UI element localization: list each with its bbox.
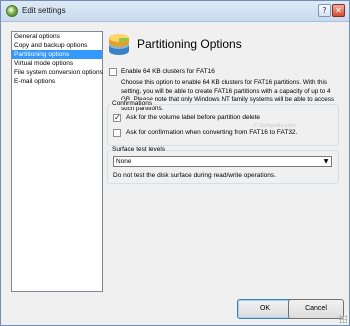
confirmations-group-title: Confirmations xyxy=(111,100,154,107)
app-icon xyxy=(6,5,18,17)
edit-settings-window: Edit settings ? ✕ General options Copy a… xyxy=(0,0,350,326)
nav-item-fs-conversion[interactable]: File system conversion options xyxy=(12,68,103,77)
surface-test-level-select[interactable]: None ▼ xyxy=(113,156,332,167)
confirm-fat-conversion-label[interactable]: Ask for confirmation when converting fro… xyxy=(126,129,297,136)
surface-test-level-value: None xyxy=(116,158,132,165)
title-bar[interactable]: Edit settings ? ✕ xyxy=(1,1,349,22)
surface-test-group-title: Surface test levels xyxy=(111,146,167,153)
confirmations-group xyxy=(107,104,339,146)
confirm-fat-conversion-checkbox[interactable] xyxy=(113,129,121,137)
partition-disks-icon xyxy=(109,34,129,55)
panel-title: Partitioning Options xyxy=(137,37,242,51)
options-panel: Partitioning Options Enable 64 KB cluste… xyxy=(105,31,342,292)
window-title: Edit settings xyxy=(22,6,66,15)
nav-item-email[interactable]: E-mail options xyxy=(12,77,102,86)
nav-item-virtual-mode[interactable]: Virtual mode options xyxy=(12,59,102,68)
ok-button[interactable]: OK xyxy=(237,299,293,319)
nav-item-general[interactable]: General options xyxy=(12,32,102,41)
confirm-volume-label-label[interactable]: Ask for the volume label before partitio… xyxy=(126,114,260,121)
nav-item-partitioning[interactable]: Partitioning options xyxy=(12,50,102,59)
fat16-64kb-checkbox[interactable] xyxy=(109,68,117,76)
nav-item-copy-backup[interactable]: Copy and backup options xyxy=(12,41,102,50)
close-button[interactable]: ✕ xyxy=(332,4,345,17)
fat16-64kb-label[interactable]: Enable 64 KB clusters for FAT16 xyxy=(121,68,215,75)
cancel-button[interactable]: Cancel xyxy=(288,299,344,319)
surface-test-hint: Do not test the disk surface during read… xyxy=(113,172,276,179)
help-button[interactable]: ? xyxy=(318,4,331,17)
resize-grip[interactable] xyxy=(339,315,347,323)
settings-nav-list[interactable]: General options Copy and backup options … xyxy=(11,31,103,292)
chevron-down-icon[interactable]: ▼ xyxy=(321,157,331,166)
confirm-volume-label-checkbox[interactable]: ✓ xyxy=(113,114,121,122)
